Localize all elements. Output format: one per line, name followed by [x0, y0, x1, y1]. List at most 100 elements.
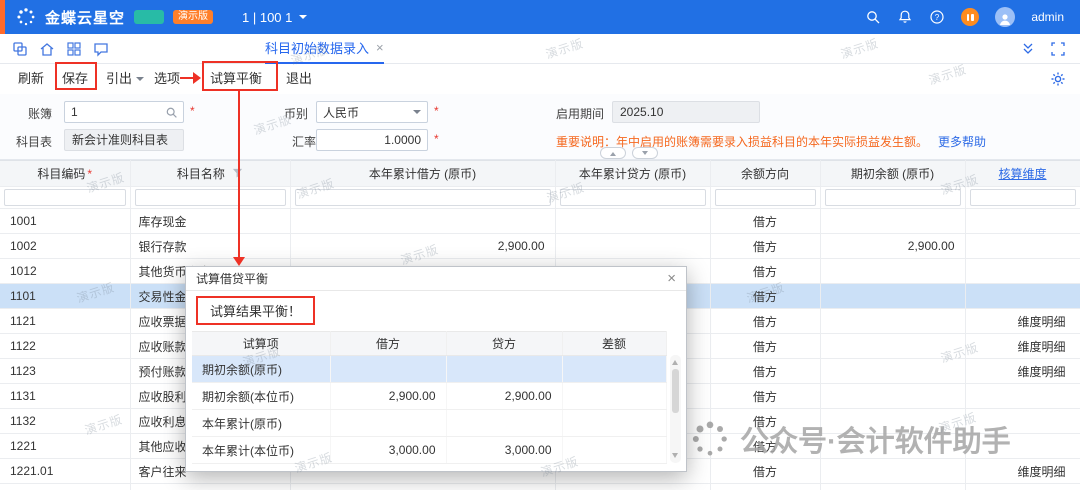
col-header-dimension[interactable]: 核算维度 — [965, 161, 1080, 187]
dimension-detail-link[interactable]: 维度明细 — [965, 359, 1080, 384]
cell-direction: 借方 — [710, 434, 820, 459]
notification-bell-icon[interactable] — [897, 9, 913, 25]
currency-select[interactable]: 人民币 — [316, 101, 428, 123]
workspace-switch-icon[interactable] — [12, 41, 28, 57]
filter-input-code[interactable] — [4, 189, 126, 206]
cell-trial-credit: 2,900.00 — [446, 383, 562, 410]
dimension-detail-link[interactable]: 维度明细 — [965, 309, 1080, 334]
avatar[interactable] — [995, 7, 1015, 27]
dlg-col-credit: 贷方 — [446, 332, 562, 356]
options-button[interactable]: 选项 — [154, 64, 180, 94]
close-icon[interactable]: × — [376, 40, 384, 55]
message-icon[interactable] — [93, 41, 109, 57]
dimension-detail-link[interactable]: 维度明细 — [965, 459, 1080, 484]
filter-input-opening[interactable] — [825, 189, 961, 206]
scroll-thumb[interactable] — [672, 369, 679, 413]
dialog-table-row[interactable]: 期初余额(本位币) 2,900.00 2,900.00 — [192, 383, 666, 410]
dimension-detail-link[interactable]: 维度明细 — [965, 334, 1080, 359]
dialog-table-row[interactable]: 本年累计(原币) — [192, 410, 666, 437]
col-header-direction[interactable]: 余额方向 — [710, 161, 820, 187]
cell-opening — [820, 359, 965, 384]
dialog-header-row: 试算项 借方 贷方 差额 — [192, 332, 666, 356]
org-selector[interactable]: 1 | 100 1 — [242, 10, 307, 25]
demo-pause-icon[interactable] — [961, 8, 979, 26]
dialog-table-row[interactable]: 期初余额(原币) — [192, 356, 666, 383]
export-button-label: 引出 — [106, 64, 132, 94]
collapse-tabs-icon[interactable] — [1020, 41, 1036, 57]
rate-field[interactable] — [316, 129, 428, 151]
more-help-link[interactable]: 更多帮助 — [938, 135, 986, 149]
save-button[interactable]: 保存 — [62, 64, 88, 94]
book-field[interactable] — [64, 101, 184, 123]
dimension-detail-link[interactable] — [965, 434, 1080, 459]
filter-input-ytd-debit[interactable] — [295, 189, 551, 206]
dimension-detail-link[interactable] — [965, 209, 1080, 234]
dialog-table-row[interactable]: 本年累计(本位币) 3,000.00 3,000.00 — [192, 437, 666, 464]
dialog-scrollbar[interactable] — [670, 355, 681, 463]
home-icon[interactable] — [39, 41, 55, 57]
dimension-detail-link[interactable] — [965, 484, 1080, 490]
cell-opening — [820, 409, 965, 434]
filter-input-dimension[interactable] — [970, 189, 1076, 206]
cell-opening — [820, 484, 965, 490]
cell-trial-item: 本年累计(原币) — [192, 410, 330, 437]
apps-grid-icon[interactable] — [66, 41, 82, 57]
collapse-down-button[interactable] — [632, 147, 658, 159]
cell-opening — [820, 284, 965, 309]
refresh-button[interactable]: 刷新 — [18, 64, 44, 94]
scroll-up-icon[interactable] — [672, 357, 678, 365]
cell-ytd-debit — [290, 484, 555, 490]
table-row[interactable]: 1002 银行存款 2,900.00 借方 2,900.00 — [0, 234, 1080, 259]
col-header-ytd-credit[interactable]: 本年累计贷方 (原币) — [555, 161, 710, 187]
dimension-detail-link[interactable] — [965, 234, 1080, 259]
table-row[interactable] — [0, 484, 1080, 490]
col-header-ytd-debit[interactable]: 本年累计借方 (原币) — [290, 161, 555, 187]
tab-subject-initial-data-entry[interactable]: 科目初始数据录入 × — [265, 34, 384, 64]
dialog-close-icon[interactable]: × — [667, 271, 676, 286]
lookup-magnifier-icon[interactable] — [165, 106, 178, 119]
export-button[interactable]: 引出 — [106, 64, 144, 94]
exit-button[interactable]: 退出 — [286, 64, 312, 94]
dimension-detail-link[interactable] — [965, 259, 1080, 284]
cell-direction: 借方 — [710, 259, 820, 284]
svg-text:?: ? — [935, 13, 940, 22]
book-label: 账簿 — [28, 105, 52, 122]
chevron-down-icon — [136, 77, 144, 85]
chart-value: 新会计准则科目表 — [64, 129, 184, 151]
required-mark: * — [434, 132, 439, 146]
search-icon[interactable] — [865, 9, 881, 25]
filter-input-direction[interactable] — [715, 189, 816, 206]
trial-balance-button[interactable]: 试算平衡 — [210, 64, 262, 94]
cell-trial-debit — [330, 410, 446, 437]
gear-icon[interactable] — [1050, 71, 1066, 87]
expand-icon[interactable] — [1050, 41, 1066, 57]
filter-input-ytd-credit[interactable] — [560, 189, 706, 206]
dialog-titlebar[interactable]: 试算借贷平衡 × — [186, 267, 686, 291]
required-mark: * — [190, 104, 195, 118]
cell-opening: 2,900.00 — [820, 234, 965, 259]
cell-direction: 借方 — [710, 309, 820, 334]
filter-funnel-icon[interactable] — [232, 168, 243, 179]
cell-direction: 借方 — [710, 359, 820, 384]
table-header-row: 科目编码* 科目名称 本年累计借方 (原币) 本年累计贷方 (原币) 余额方向 … — [0, 161, 1080, 187]
edition-badge — [134, 10, 164, 24]
cell-direction — [710, 484, 820, 490]
col-header-code[interactable]: 科目编码* — [0, 161, 130, 187]
table-row[interactable]: 1001 库存现金 借方 — [0, 209, 1080, 234]
col-header-opening[interactable]: 期初余额 (原币) — [820, 161, 965, 187]
dimension-detail-link[interactable] — [965, 384, 1080, 409]
col-header-name-label: 科目名称 — [177, 167, 225, 181]
scroll-down-icon[interactable] — [672, 453, 678, 461]
cell-trial-item: 期初余额(本位币) — [192, 383, 330, 410]
dimension-detail-link[interactable] — [965, 284, 1080, 309]
collapse-up-button[interactable] — [600, 147, 626, 159]
help-icon[interactable]: ? — [929, 9, 945, 25]
rate-input[interactable] — [317, 130, 427, 150]
cell-name: 银行存款 — [130, 234, 290, 259]
kingdee-logo-icon — [16, 7, 36, 27]
col-header-name[interactable]: 科目名称 — [130, 161, 290, 187]
brand-title: 金蝶云星空 — [45, 7, 125, 28]
dimension-detail-link[interactable] — [965, 409, 1080, 434]
cell-direction: 借方 — [710, 409, 820, 434]
filter-input-name[interactable] — [135, 189, 286, 206]
